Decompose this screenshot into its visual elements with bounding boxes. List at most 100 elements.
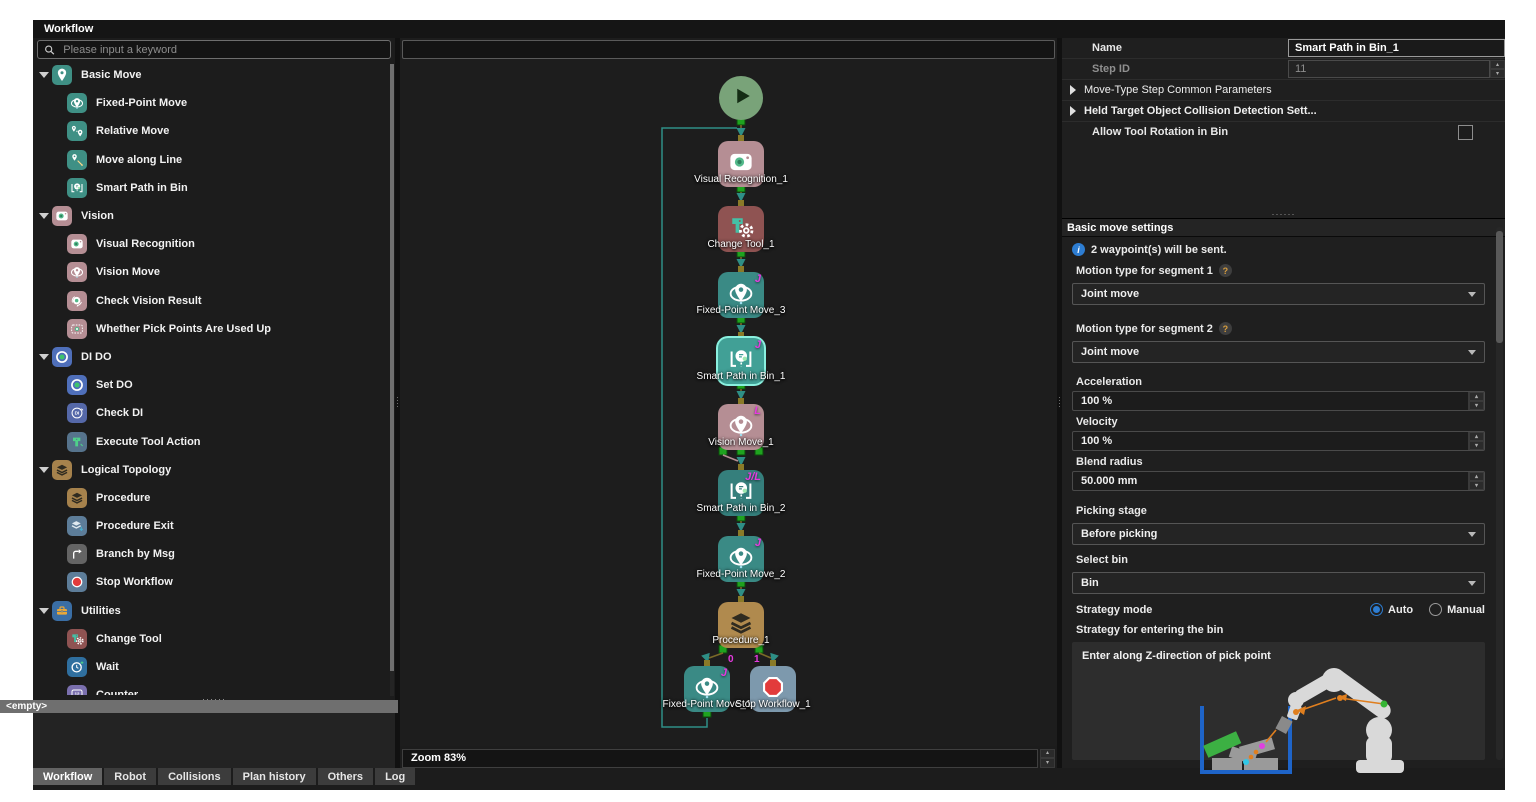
sidebar-item-change-tool[interactable]: Change Tool xyxy=(33,625,395,653)
help-icon[interactable]: ? xyxy=(1219,264,1232,277)
sidebar-category-di-do[interactable]: DI DO xyxy=(33,343,395,371)
workflow-node-smart-path-in-bin-1[interactable]: JSmart Path in Bin_1 xyxy=(718,338,764,384)
picking-stage-dropdown[interactable]: Before picking xyxy=(1072,523,1485,545)
sidebar-item-move-along-line[interactable]: Move along Line xyxy=(33,146,395,174)
workflow-node-change-tool-1[interactable]: Change Tool_1 xyxy=(718,206,764,252)
collapse-caret-icon[interactable] xyxy=(39,72,49,78)
collapse-caret-icon[interactable] xyxy=(39,354,49,360)
velocity-input[interactable]: 100 %▴▾ xyxy=(1072,431,1485,451)
workflow-node-fixed-point-move-3[interactable]: JFixed-Point Move_3 xyxy=(718,272,764,318)
stepper-up-icon[interactable]: ▴ xyxy=(1469,472,1484,481)
workflow-node-fixed-point-move-2[interactable]: JFixed-Point Move_2 xyxy=(718,536,764,582)
app-bottom-strip xyxy=(33,785,1505,790)
workflow-node-stop-workflow-1[interactable]: Stop Workflow_1 xyxy=(750,666,796,712)
section-move-type-common[interactable]: Move-Type Step Common Parameters xyxy=(1062,80,1505,101)
tab-robot[interactable]: Robot xyxy=(104,768,156,785)
stepper-up-icon[interactable]: ▴ xyxy=(1469,432,1484,441)
sidebar-item-stop-workflow[interactable]: Stop Workflow xyxy=(33,568,395,596)
tab-others[interactable]: Others xyxy=(318,768,373,785)
field-list: Motion type for segment 1?Joint moveMoti… xyxy=(1072,264,1485,601)
node-label: Smart Path in Bin_1 xyxy=(666,371,816,382)
collapse-caret-icon[interactable] xyxy=(39,213,49,219)
field-motion-type-for-segment-2: Motion type for segment 2?Joint move xyxy=(1072,322,1485,363)
run-workflow-button[interactable] xyxy=(719,76,763,120)
sidebar-item-procedure[interactable]: Procedure xyxy=(33,484,395,512)
stepper-up-icon[interactable]: ▴ xyxy=(1469,392,1484,401)
motion-type-for-segment-2-dropdown[interactable]: Joint move xyxy=(1072,341,1485,363)
sidebar-category-vision[interactable]: Vision xyxy=(33,202,395,230)
stepper-down-icon[interactable]: ▾ xyxy=(1469,401,1484,410)
step-id-up-icon: ▴ xyxy=(1490,60,1505,69)
panel-title-text: Workflow xyxy=(44,23,93,35)
sidebar-item-vision-move[interactable]: Vision Move xyxy=(33,258,395,286)
sidebar-category-utilities[interactable]: Utilities xyxy=(33,597,395,625)
stepper-down-icon[interactable]: ▾ xyxy=(1469,441,1484,450)
sidebar-item-execute-tool-action[interactable]: Execute Tool Action xyxy=(33,427,395,455)
motion-type-for-segment-1-dropdown[interactable]: Joint move xyxy=(1072,283,1485,305)
blend-radius-stepper[interactable]: ▴▾ xyxy=(1468,472,1484,490)
allow-tool-rotation-checkbox[interactable] xyxy=(1458,125,1473,140)
tab-log[interactable]: Log xyxy=(375,768,415,785)
stepper-down-icon[interactable]: ▾ xyxy=(1469,481,1484,490)
workflow-node-procedure-1[interactable]: Procedure_1 xyxy=(718,602,764,648)
category-label: Vision xyxy=(81,210,114,222)
search-input[interactable] xyxy=(61,43,384,57)
zoom-stepper-up-icon[interactable]: ▴ xyxy=(1040,749,1055,759)
tab-workflow[interactable]: Workflow xyxy=(33,768,102,785)
sidebar-item-wait[interactable]: Wait xyxy=(33,653,395,681)
sidebar-item-check-vision-result[interactable]: Check Vision Result xyxy=(33,287,395,315)
procedure-exit-icon xyxy=(67,516,87,536)
sidebar-item-set-do[interactable]: Set DO xyxy=(33,371,395,399)
item-label: Set DO xyxy=(96,379,133,391)
collapse-caret-icon[interactable] xyxy=(39,608,49,614)
inspector-scrollbar[interactable] xyxy=(1496,227,1503,760)
section-held-target-collision[interactable]: Held Target Object Collision Detection S… xyxy=(1062,101,1505,122)
select-bin-dropdown[interactable]: Bin xyxy=(1072,572,1485,594)
zoom-stepper[interactable]: ▴ ▾ xyxy=(1040,749,1055,768)
item-label: Whether Pick Points Are Used Up xyxy=(96,323,271,335)
zoom-stepper-down-icon[interactable]: ▾ xyxy=(1040,758,1055,768)
sidebar-item-fixed-point-move[interactable]: Fixed-Point Move xyxy=(33,89,395,117)
acceleration-stepper[interactable]: ▴▾ xyxy=(1468,392,1484,410)
strategy-mode-label: Strategy mode xyxy=(1076,604,1152,616)
sidebar-item-procedure-exit[interactable]: Procedure Exit xyxy=(33,512,395,540)
app-window: Workflow Basic MoveFixed-Point MoveRelat… xyxy=(33,20,1505,790)
utilities-icon xyxy=(52,601,72,621)
panel-title: Workflow xyxy=(33,20,1505,38)
sidebar-category-basic-move[interactable]: Basic Move xyxy=(33,61,395,89)
search-box[interactable] xyxy=(37,40,391,59)
sidebar-item-relative-move[interactable]: Relative Move xyxy=(33,117,395,145)
sidebar-item-whether-pick-points-are-used-up[interactable]: Whether Pick Points Are Used Up xyxy=(33,315,395,343)
node-label: Fixed-Point Move_2 xyxy=(666,569,816,580)
sidebar-item-branch-by-msg[interactable]: Branch by Msg xyxy=(33,540,395,568)
sidebar-item-check-di[interactable]: DICheck DI xyxy=(33,399,395,427)
radio-auto-icon[interactable] xyxy=(1370,603,1383,616)
workflow-node-smart-path-in-bin-2[interactable]: J/LSmart Path in Bin_2 xyxy=(718,470,764,516)
blend-radius-input[interactable]: 50.000 mm▴▾ xyxy=(1072,471,1485,491)
category-label: DI DO xyxy=(81,351,112,363)
sidebar-item-smart-path-in-bin[interactable]: Smart Path in Bin xyxy=(33,174,395,202)
step-name-input[interactable] xyxy=(1288,39,1505,57)
sidebar-item-visual-recognition[interactable]: Visual Recognition xyxy=(33,230,395,258)
velocity-stepper[interactable]: ▴▾ xyxy=(1468,432,1484,450)
sidebar-item-counter[interactable]: 123Counter xyxy=(33,681,395,695)
tab-plan-history[interactable]: Plan history xyxy=(233,768,316,785)
procedure-icon xyxy=(67,488,87,508)
workflow-node-vision-move-1[interactable]: LVision Move_1 xyxy=(718,404,764,450)
acceleration-input[interactable]: 100 %▴▾ xyxy=(1072,391,1485,411)
item-label: Branch by Msg xyxy=(96,548,175,560)
radio-manual[interactable]: Manual xyxy=(1429,603,1485,616)
workflow-node-visual-recognition-1[interactable]: Visual Recognition_1 xyxy=(718,141,764,187)
canvas-toolbar[interactable] xyxy=(402,40,1055,59)
fixed-point-move-icon xyxy=(67,93,87,113)
tab-collisions[interactable]: Collisions xyxy=(158,768,231,785)
sidebar-category-logical-topology[interactable]: Logical Topology xyxy=(33,456,395,484)
workflow-graph[interactable]: 01 Visual Recognition_1Change Tool_1JFix… xyxy=(400,59,1057,746)
collapse-caret-icon[interactable] xyxy=(39,467,49,473)
inspector-splitter-handle[interactable] xyxy=(1062,211,1505,218)
sidebar-scrollbar[interactable] xyxy=(390,64,394,696)
zoom-level[interactable]: Zoom 83% xyxy=(402,749,1038,768)
help-icon[interactable]: ? xyxy=(1219,322,1232,335)
radio-auto[interactable]: Auto xyxy=(1370,603,1413,616)
radio-manual-icon[interactable] xyxy=(1429,603,1442,616)
